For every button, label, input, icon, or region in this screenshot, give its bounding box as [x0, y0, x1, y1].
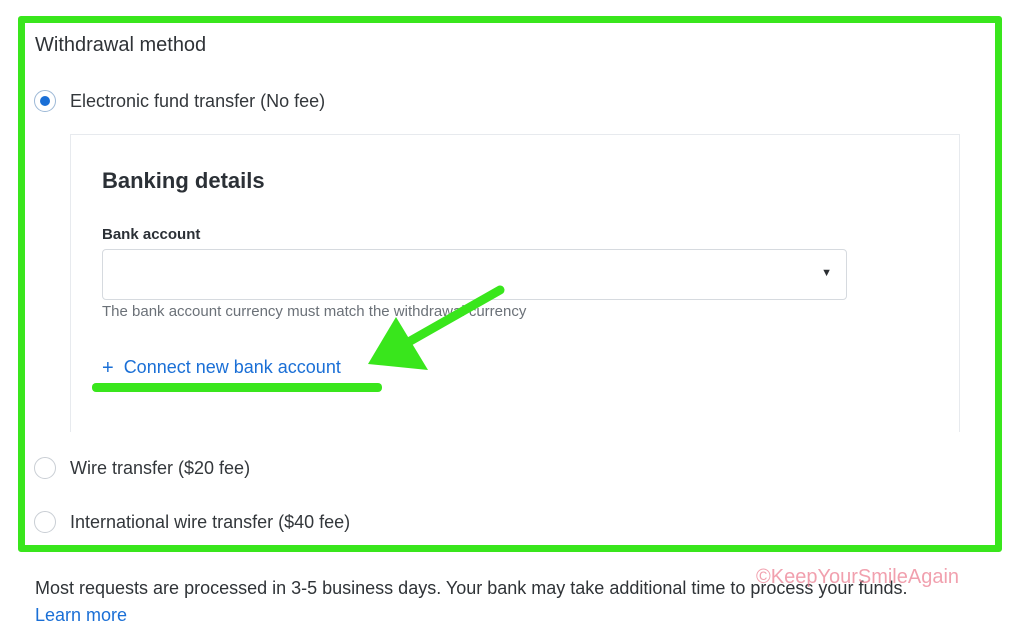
radio-option-label: Electronic fund transfer (No fee) [70, 90, 326, 111]
radio-unchecked-icon[interactable] [34, 457, 56, 479]
connect-new-bank-account-link[interactable]: + Connect new bank account [102, 357, 341, 378]
arrow-annotation-icon [368, 285, 505, 370]
radio-checked-icon[interactable] [34, 90, 56, 112]
annotation-underline [92, 383, 382, 392]
radio-option-label: Wire transfer ($20 fee) [70, 457, 251, 478]
radio-option-label: International wire transfer ($40 fee) [70, 511, 351, 532]
connect-new-bank-account-label: Connect new bank account [123, 357, 341, 377]
radio-option-international-wire[interactable]: International wire transfer ($40 fee) [34, 511, 350, 533]
banking-details-title: Banking details [102, 168, 265, 193]
radio-unchecked-icon[interactable] [34, 511, 56, 533]
withdrawal-method-title: Withdrawal method [35, 34, 207, 56]
learn-more-link[interactable]: Learn more [35, 605, 127, 626]
watermark: ©KeepYourSmileAgain [756, 566, 960, 588]
radio-option-eft[interactable]: Electronic fund transfer (No fee) [34, 90, 325, 112]
radio-option-wire[interactable]: Wire transfer ($20 fee) [34, 457, 250, 479]
plus-icon: + [102, 356, 114, 379]
caret-down-icon: ▼ [821, 267, 832, 279]
bank-account-label: Bank account [102, 226, 201, 243]
